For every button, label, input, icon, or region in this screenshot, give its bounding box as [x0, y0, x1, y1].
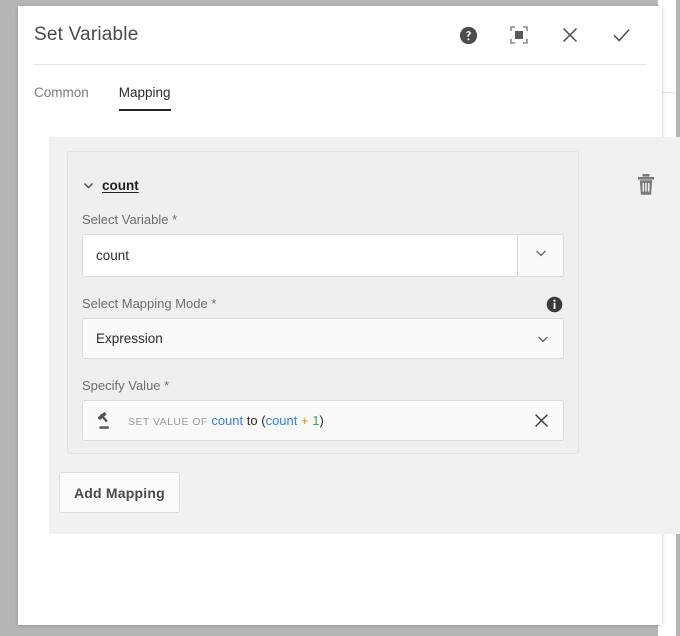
page-title: Set Variable — [34, 24, 457, 46]
expr-token-close-paren: ) — [319, 413, 323, 428]
field-specify-value: Specify Value * SET VALUE OF — [68, 378, 578, 441]
field-select-mapping-mode: Select Mapping Mode * Expression — [68, 296, 578, 359]
expr-token-keyword: SET VALUE OF — [128, 416, 208, 428]
expr-token-operator: + — [301, 413, 309, 428]
specify-value-expression-box[interactable]: SET VALUE OF count to (count + 1) — [82, 400, 564, 441]
mapping-card-title[interactable]: count — [102, 178, 139, 193]
chevron-down-icon — [536, 332, 550, 346]
help-icon[interactable] — [457, 24, 479, 46]
chevron-down-icon — [534, 246, 548, 265]
info-icon[interactable] — [546, 296, 563, 318]
close-icon[interactable] — [559, 24, 581, 46]
field-select-variable: Select Variable * count — [68, 212, 578, 277]
expr-token-variable-2: count — [266, 413, 298, 428]
specify-value-expression: SET VALUE OF count to (count + 1) — [128, 413, 530, 428]
select-mapping-mode-label: Select Mapping Mode * — [82, 296, 564, 311]
select-variable-label: Select Variable * — [82, 212, 564, 227]
add-mapping-button[interactable]: Add Mapping — [59, 472, 180, 513]
mapping-panel: count Select Variable * count — [49, 137, 680, 534]
dialog-tabs: Common Mapping — [18, 65, 662, 111]
mapping-card: count Select Variable * count — [67, 151, 579, 454]
set-variable-dialog: Set Variable — [18, 6, 662, 625]
confirm-icon[interactable] — [610, 24, 632, 46]
select-variable-input[interactable]: count — [83, 235, 517, 276]
expr-token-variable: count — [211, 413, 243, 428]
chevron-down-icon[interactable] — [82, 179, 95, 192]
tab-common[interactable]: Common — [34, 85, 89, 111]
close-icon[interactable] — [530, 410, 552, 432]
select-mapping-mode-select[interactable]: Expression — [82, 318, 564, 359]
tab-mapping[interactable]: Mapping — [119, 85, 171, 111]
mapping-card-header: count — [68, 152, 578, 193]
dialog-header: Set Variable — [18, 6, 662, 64]
expr-token-to: to — [247, 413, 258, 428]
specify-value-label: Specify Value * — [82, 378, 564, 393]
gavel-icon — [95, 410, 117, 432]
select-mapping-mode-value: Expression — [96, 331, 536, 346]
trash-icon[interactable] — [634, 172, 658, 198]
maximize-icon[interactable] — [508, 24, 530, 46]
dialog-header-actions — [457, 24, 644, 46]
select-variable-dropdown-button[interactable] — [517, 235, 563, 276]
select-variable-combo[interactable]: count — [82, 234, 564, 277]
